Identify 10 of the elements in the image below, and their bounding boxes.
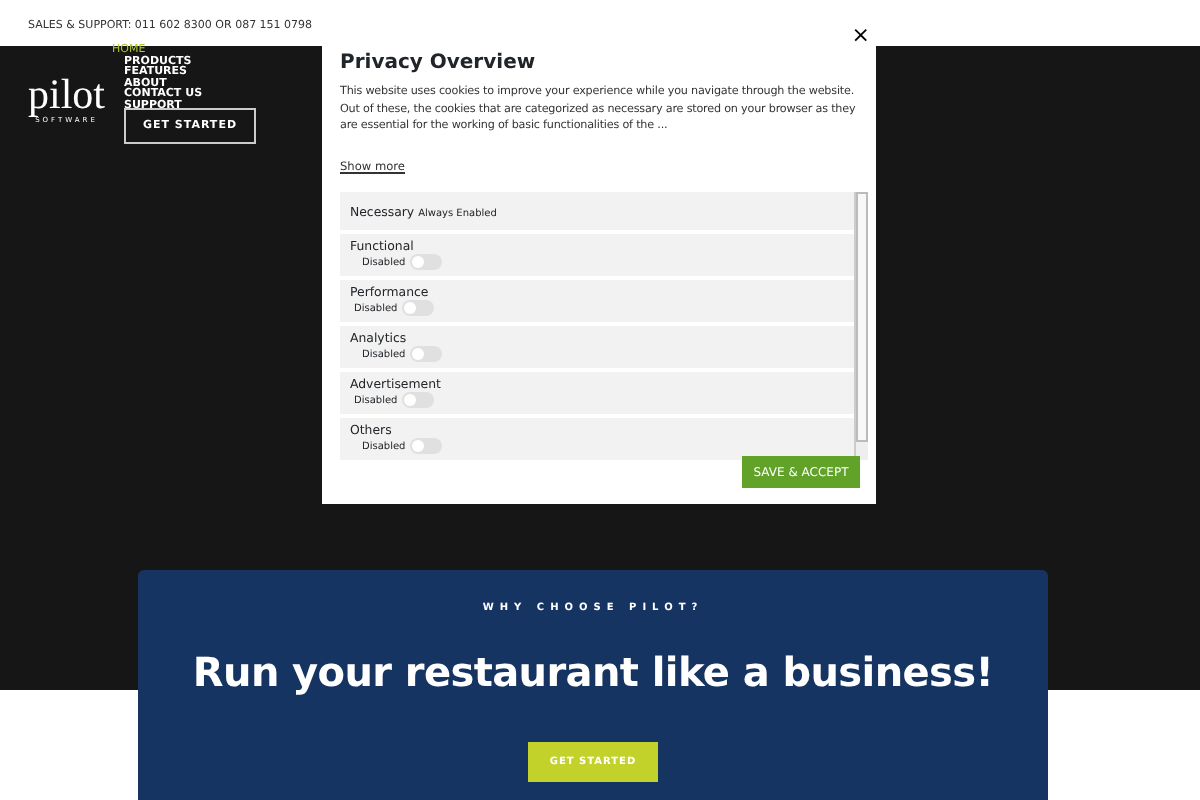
modal-title: Privacy Overview xyxy=(340,50,538,78)
scrollbar[interactable] xyxy=(854,191,868,460)
toggle-switch[interactable] xyxy=(401,299,434,316)
cta-heading: Run your restaurant like a business! xyxy=(190,645,996,699)
logo-text[interactable]: pilot xyxy=(28,74,106,116)
toggle-switch[interactable] xyxy=(409,437,442,454)
close-button[interactable]: × xyxy=(851,24,870,46)
toggle-switch[interactable] xyxy=(409,345,442,362)
toggle-switch[interactable] xyxy=(409,253,442,270)
toggle-switch[interactable] xyxy=(401,391,434,408)
